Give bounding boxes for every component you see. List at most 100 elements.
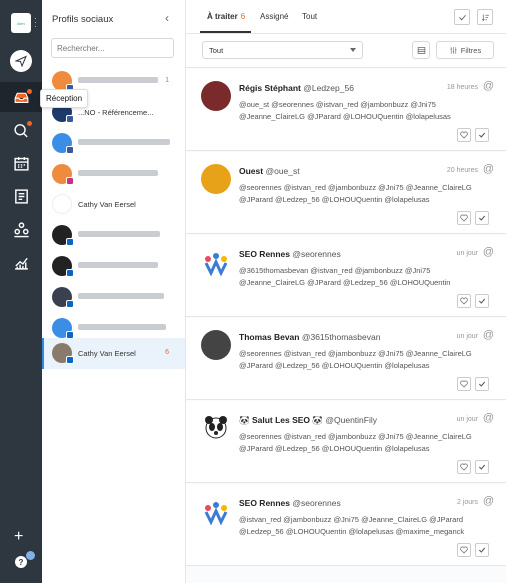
filters-button[interactable]: Filtres bbox=[436, 41, 494, 59]
columns-button[interactable] bbox=[412, 41, 430, 59]
team-icon bbox=[13, 221, 29, 237]
avatar bbox=[201, 413, 231, 443]
tab-label: À traiter bbox=[207, 12, 238, 21]
profile-item[interactable] bbox=[42, 159, 185, 190]
filters-label: Filtres bbox=[460, 45, 482, 55]
profile-item[interactable] bbox=[42, 251, 185, 282]
profiles-title: Profils sociaux bbox=[52, 14, 114, 25]
main-panel: À traiter 6 Assigné Tout Tout Filtres Rég… bbox=[186, 0, 506, 583]
message-card[interactable]: SEO Rennes @seorennes 2 jours @ @istvan_… bbox=[186, 484, 506, 566]
like-button[interactable] bbox=[457, 377, 471, 391]
sort-button[interactable] bbox=[477, 9, 493, 25]
like-button[interactable] bbox=[457, 460, 471, 474]
rail-item-team[interactable] bbox=[0, 214, 42, 244]
profile-name: Cathy Van Eersel bbox=[78, 349, 136, 358]
add-button[interactable]: + bbox=[14, 528, 23, 546]
profiles-search-input[interactable] bbox=[51, 38, 174, 58]
done-button[interactable] bbox=[475, 211, 489, 225]
rail-item-inbox[interactable] bbox=[0, 82, 42, 112]
rail-item-list[interactable] bbox=[0, 181, 42, 211]
rail-item-calendar[interactable] bbox=[0, 148, 42, 178]
at-icon: @ bbox=[482, 80, 494, 92]
message-card[interactable]: Thomas Bevan @3615thomasbevan un jour @ … bbox=[186, 318, 506, 400]
heart-icon bbox=[460, 380, 468, 388]
profile-item[interactable]: Cathy Van Eersel bbox=[42, 189, 185, 220]
profile-item-active[interactable]: Cathy Van Eersel 6 bbox=[42, 338, 185, 369]
author-handle: @seorennes bbox=[292, 249, 341, 259]
profile-name-redacted bbox=[78, 170, 158, 176]
compose-button[interactable] bbox=[10, 50, 32, 72]
profile-item[interactable] bbox=[42, 220, 185, 251]
like-button[interactable] bbox=[457, 128, 471, 142]
card-text: @seorennes @istvan_red @jambonbuzz @Jni7… bbox=[239, 183, 472, 204]
help-icon[interactable]: ? bbox=[15, 556, 27, 568]
card-time: 2 jours bbox=[456, 499, 478, 506]
app-logo[interactable]: iden bbox=[11, 13, 31, 33]
done-button[interactable] bbox=[475, 294, 489, 308]
profile-name-redacted bbox=[78, 324, 166, 330]
avatar bbox=[201, 81, 231, 111]
profile-name: Cathy Van Eersel bbox=[78, 200, 136, 209]
check-icon bbox=[478, 381, 486, 387]
done-button[interactable] bbox=[475, 460, 489, 474]
profile-name: ...NO - Référenceme... bbox=[78, 108, 154, 117]
chat-badge-icon[interactable] bbox=[26, 551, 35, 560]
tab-count: 6 bbox=[240, 12, 246, 21]
author-handle: @3615thomasbevan bbox=[301, 332, 381, 342]
card-author: SEO Rennes @seorennes bbox=[239, 498, 341, 508]
like-button[interactable] bbox=[457, 543, 471, 557]
tab-tout[interactable]: Tout bbox=[302, 12, 317, 21]
message-card[interactable]: Régis Stéphant @Ledzep_56 18 heures @ @o… bbox=[186, 69, 506, 151]
panda-icon bbox=[205, 416, 227, 439]
facebook-icon bbox=[66, 146, 74, 154]
message-card[interactable]: 🐼 Salut Les SEO 🐼 @QuentinFily un jour @… bbox=[186, 401, 506, 483]
card-time: un jour bbox=[456, 333, 478, 340]
at-icon: @ bbox=[482, 163, 494, 175]
left-rail: iden · · · + ? bbox=[0, 0, 42, 583]
rail-item-analytics[interactable] bbox=[0, 247, 42, 277]
author-name: 🐼 Salut Les SEO 🐼 bbox=[239, 415, 323, 425]
check-all-button[interactable] bbox=[454, 9, 470, 25]
check-icon bbox=[458, 14, 466, 20]
heart-icon bbox=[460, 214, 468, 222]
instagram-icon bbox=[66, 177, 74, 185]
profile-count: 1 bbox=[165, 77, 169, 84]
card-author: Ouest @oue_st bbox=[239, 166, 300, 176]
check-icon bbox=[478, 464, 486, 470]
card-text: @seorennes @istvan_red @jambonbuzz @Jni7… bbox=[239, 432, 472, 453]
done-button[interactable] bbox=[475, 543, 489, 557]
author-handle: @seorennes bbox=[292, 498, 341, 508]
message-card[interactable]: Ouest @oue_st 20 heures @ @seorennes @is… bbox=[186, 152, 506, 234]
heart-icon bbox=[460, 546, 468, 554]
message-card[interactable]: SEO Rennes @seorennes un jour @ @3615tho… bbox=[186, 235, 506, 317]
author-name: Régis Stéphant bbox=[239, 83, 301, 93]
profile-name-redacted bbox=[78, 262, 158, 268]
filter-select[interactable]: Tout bbox=[202, 41, 363, 59]
filter-toolbar: Tout Filtres bbox=[186, 34, 506, 68]
check-icon bbox=[478, 298, 486, 304]
profile-item[interactable] bbox=[42, 282, 185, 313]
card-text: @istvan_red @jambonbuzz @Jni75 @Jeanne_C… bbox=[239, 515, 465, 536]
tab-a-traiter[interactable]: À traiter 6 bbox=[207, 12, 245, 21]
profile-item[interactable] bbox=[42, 128, 185, 159]
avatar bbox=[52, 194, 72, 214]
avatar bbox=[201, 164, 231, 194]
rail-item-listening[interactable] bbox=[0, 115, 42, 145]
at-icon: @ bbox=[482, 412, 494, 424]
like-button[interactable] bbox=[457, 294, 471, 308]
more-vertical-icon[interactable]: · · · bbox=[34, 14, 37, 31]
chevron-left-icon[interactable]: ‹ bbox=[165, 11, 169, 25]
like-button[interactable] bbox=[457, 211, 471, 225]
check-icon bbox=[478, 215, 486, 221]
card-text: @3615thomasbevan @istvan_red @jambonbuzz… bbox=[239, 266, 451, 287]
done-button[interactable] bbox=[475, 377, 489, 391]
avatar bbox=[201, 247, 231, 277]
at-icon: @ bbox=[482, 495, 494, 507]
tab-assigne[interactable]: Assigné bbox=[260, 12, 288, 21]
done-button[interactable] bbox=[475, 128, 489, 142]
facebook-icon bbox=[66, 115, 74, 123]
author-name: SEO Rennes bbox=[239, 249, 291, 259]
notification-dot bbox=[27, 89, 32, 94]
tab-bar: À traiter 6 Assigné Tout bbox=[186, 0, 506, 34]
card-author: SEO Rennes @seorennes bbox=[239, 249, 341, 259]
